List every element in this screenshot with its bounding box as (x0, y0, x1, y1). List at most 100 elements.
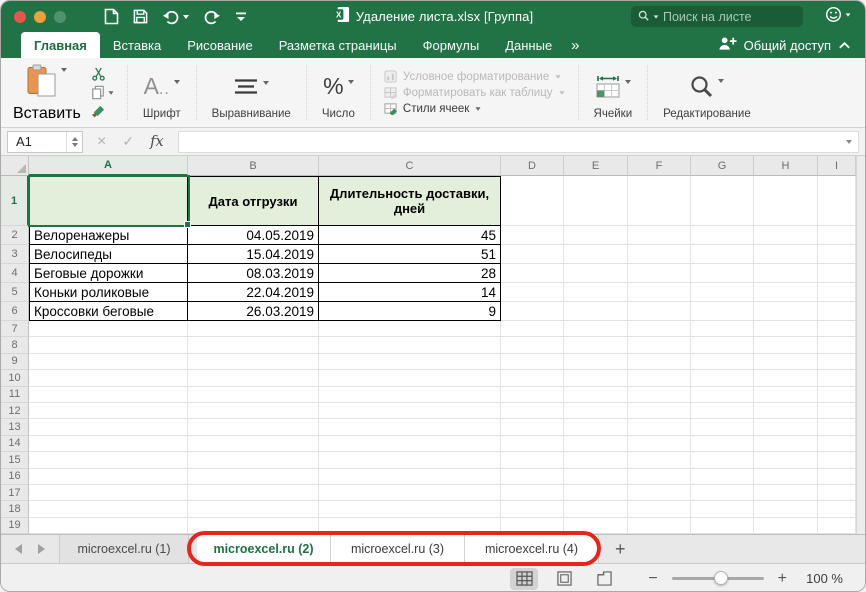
cell-D17[interactable] (501, 485, 564, 501)
cell-A7[interactable] (29, 321, 188, 337)
cut-button[interactable] (91, 66, 114, 82)
cell-C1[interactable]: Длительность доставки, дней (319, 176, 501, 226)
name-box[interactable]: A1 (7, 131, 83, 153)
cell-H6[interactable] (754, 302, 818, 321)
cell-C5[interactable]: 14 (319, 283, 501, 302)
conditional-formatting-button[interactable]: Условное форматирование (384, 70, 565, 83)
minimize-window-button[interactable] (34, 11, 46, 23)
cell-I17[interactable] (818, 485, 856, 501)
cell-H14[interactable] (754, 436, 818, 452)
cell-B9[interactable] (188, 354, 319, 370)
customize-toolbar-icon[interactable] (235, 12, 247, 22)
cell-D12[interactable] (501, 403, 564, 419)
cell-C3[interactable]: 51 (319, 245, 501, 264)
cell-G8[interactable] (691, 337, 754, 353)
cell-C9[interactable] (319, 354, 501, 370)
cell-E12[interactable] (564, 403, 628, 419)
cell-I7[interactable] (818, 321, 856, 337)
cell-C4[interactable]: 28 (319, 264, 501, 283)
row-header-2[interactable]: 2 (1, 226, 29, 245)
cell-F18[interactable] (628, 501, 691, 517)
cell-A13[interactable] (29, 419, 188, 435)
cell-C13[interactable] (319, 419, 501, 435)
cell-F14[interactable] (628, 436, 691, 452)
row-header-7[interactable]: 7 (1, 321, 29, 337)
cell-E4[interactable] (564, 264, 628, 283)
cell-F2[interactable] (628, 226, 691, 245)
cell-F8[interactable] (628, 337, 691, 353)
cell-F4[interactable] (628, 264, 691, 283)
cell-E7[interactable] (564, 321, 628, 337)
cell-I2[interactable] (818, 226, 856, 245)
row-header-18[interactable]: 18 (1, 501, 29, 517)
normal-view-button[interactable] (510, 568, 538, 590)
cell-G19[interactable] (691, 518, 754, 534)
cell-A4[interactable]: Беговые дорожки (29, 264, 188, 283)
cell-C10[interactable] (319, 370, 501, 386)
cell-E6[interactable] (564, 302, 628, 321)
cell-F10[interactable] (628, 370, 691, 386)
ribbon-tab-4[interactable]: Формулы (410, 32, 493, 58)
cell-B8[interactable] (188, 337, 319, 353)
cell-G11[interactable] (691, 387, 754, 403)
cell-H18[interactable] (754, 501, 818, 517)
redo-icon[interactable] (203, 9, 221, 25)
cell-I15[interactable] (818, 452, 856, 468)
collapse-ribbon-icon[interactable] (838, 38, 851, 53)
select-all-corner[interactable] (1, 156, 29, 176)
cell-I12[interactable] (818, 403, 856, 419)
cell-F12[interactable] (628, 403, 691, 419)
row-header-19[interactable]: 19 (1, 518, 29, 534)
cell-A10[interactable] (29, 370, 188, 386)
cell-B17[interactable] (188, 485, 319, 501)
close-window-button[interactable] (14, 11, 26, 23)
cell-H17[interactable] (754, 485, 818, 501)
formula-bar-expand-icon[interactable] (846, 140, 852, 144)
column-header-D[interactable]: D (501, 156, 564, 176)
paste-button[interactable] (27, 64, 67, 105)
cell-E14[interactable] (564, 436, 628, 452)
cell-A12[interactable] (29, 403, 188, 419)
page-layout-view-button[interactable] (550, 568, 578, 590)
cell-E15[interactable] (564, 452, 628, 468)
row-header-4[interactable]: 4 (1, 264, 29, 283)
add-sheet-button[interactable]: + (599, 535, 642, 563)
cell-B2[interactable]: 04.05.2019 (188, 226, 319, 245)
page-break-view-button[interactable] (590, 568, 618, 590)
cell-G17[interactable] (691, 485, 754, 501)
cell-C18[interactable] (319, 501, 501, 517)
cell-B12[interactable] (188, 403, 319, 419)
row-header-13[interactable]: 13 (1, 419, 29, 435)
cell-A2[interactable]: Велоренажеры (29, 226, 188, 245)
cell-D5[interactable] (501, 283, 564, 302)
cell-E10[interactable] (564, 370, 628, 386)
undo-icon[interactable] (162, 9, 189, 25)
column-header-A[interactable]: A (29, 156, 188, 176)
cell-I11[interactable] (818, 387, 856, 403)
format-painter-button[interactable] (91, 103, 114, 119)
row-header-10[interactable]: 10 (1, 370, 29, 386)
cell-D4[interactable] (501, 264, 564, 283)
cell-B5[interactable]: 22.04.2019 (188, 283, 319, 302)
row-header-6[interactable]: 6 (1, 302, 29, 321)
cell-F6[interactable] (628, 302, 691, 321)
cell-F15[interactable] (628, 452, 691, 468)
column-header-F[interactable]: F (628, 156, 691, 176)
cell-A15[interactable] (29, 452, 188, 468)
cell-C6[interactable]: 9 (319, 302, 501, 321)
cell-B4[interactable]: 08.03.2019 (188, 264, 319, 283)
save-icon[interactable] (133, 9, 148, 24)
sheet-tab-0[interactable]: microexcel.ru (1) (59, 535, 189, 563)
cell-G7[interactable] (691, 321, 754, 337)
cell-A18[interactable] (29, 501, 188, 517)
cell-H13[interactable] (754, 419, 818, 435)
cell-B19[interactable] (188, 518, 319, 534)
cell-B16[interactable] (188, 469, 319, 485)
formula-input[interactable] (178, 131, 859, 153)
row-header-17[interactable]: 17 (1, 485, 29, 501)
cell-I6[interactable] (818, 302, 856, 321)
column-header-E[interactable]: E (564, 156, 628, 176)
cell-E18[interactable] (564, 501, 628, 517)
ribbon-tab-0[interactable]: Главная (21, 32, 100, 58)
cell-B3[interactable]: 15.04.2019 (188, 245, 319, 264)
